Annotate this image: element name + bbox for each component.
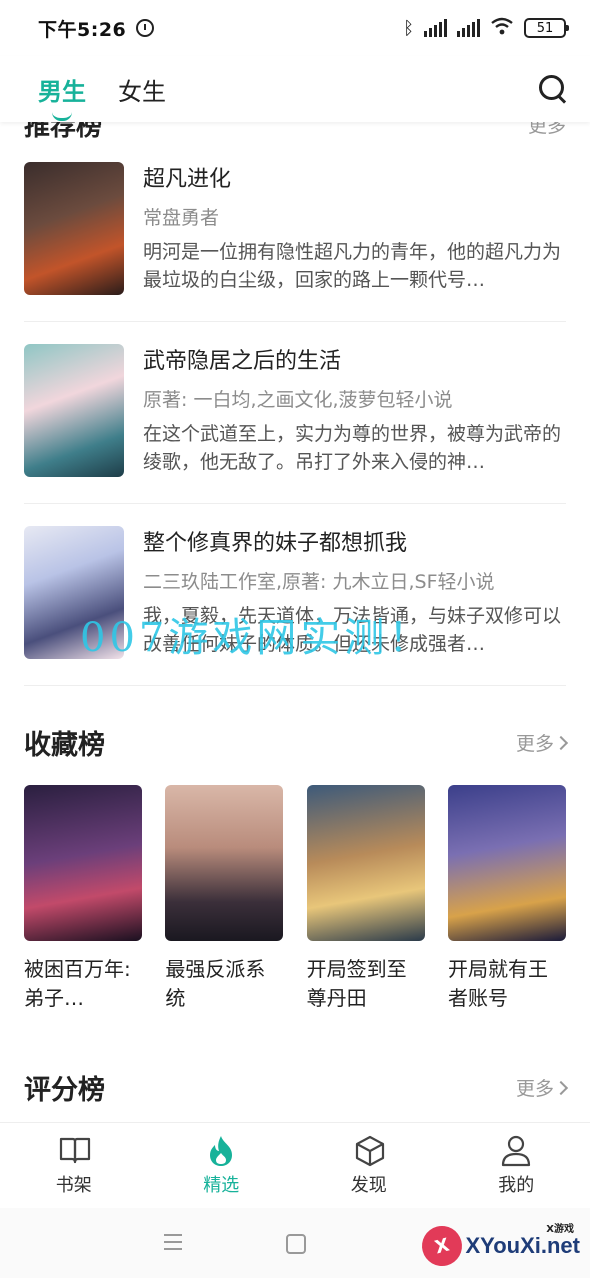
nav-discover[interactable]: 发现 [295,1123,443,1209]
book-author: 常盘勇者 [143,207,220,229]
nav-label: 发现 [350,1175,387,1196]
book-cover [306,785,425,941]
tab-label: 女生 [118,77,166,106]
nav-label: 精选 [203,1175,240,1196]
book-author: 二三玖陆工作室,原著: 九木立日,SF轻小说 [143,571,495,593]
book-description: 明河是一位拥有隐性超凡力的青年，他的超凡力为最垃圾的白尘级，回家的路上一颗代号… [143,241,562,291]
signal-icon [424,19,447,37]
nav-label: 我的 [498,1175,535,1196]
book-title: 最强反派系统 [165,957,266,1010]
more-label: 更多 [515,1077,554,1100]
more-link[interactable]: 更多 [515,729,569,756]
book-title: 开局就有王者账号 [447,957,548,1010]
menu-icon[interactable] [164,1234,182,1255]
collection-grid: 被困百万年: 弟子… 最强反派系统 开局签到至尊丹田 开局就有王者账号 [24,785,566,1013]
grid-item[interactable]: 被困百万年: 弟子… [24,785,142,1013]
book-title: 开局签到至尊丹田 [306,957,407,1010]
battery-icon: 51 [524,18,569,38]
bluetooth-icon: ᛒ [403,17,414,39]
tab-female[interactable]: 女生 [118,72,166,107]
book-title: 整个修真界的妹子都想抓我 [143,531,408,556]
nav-featured[interactable]: 精选 [148,1123,296,1209]
alarm-icon [136,19,155,37]
list-item[interactable]: 超凡进化 常盘勇者 明河是一位拥有隐性超凡力的青年，他的超凡力为最垃圾的白尘级，… [24,140,566,322]
home-icon[interactable] [286,1234,306,1254]
status-icons: ᛒ 51 [403,17,569,40]
more-link[interactable]: 更多 [515,1074,569,1101]
logo-text: XYouXi.net [465,1233,581,1258]
grid-item[interactable]: 开局签到至尊丹田 [306,785,425,1013]
nav-profile[interactable]: 我的 [443,1123,590,1209]
bottom-nav: 书架 精选 发现 我的 [0,1122,590,1209]
nav-label: 书架 [55,1175,92,1196]
section-title: 收藏榜 [24,729,105,761]
system-nav-bar: X游戏 X XYouXi.net [0,1208,590,1278]
status-time: 下午5:26 [38,18,127,41]
book-description: 在这个武道至上，实力为尊的世界，被尊为武帝的绫歌，他无敌了。吊打了外来入侵的神… [143,423,562,473]
book-author: 原著: 一白均,之画文化,菠萝包轻小说 [143,389,453,411]
search-icon[interactable] [538,74,568,104]
active-tab-indicator [52,112,72,121]
tab-male[interactable]: 男生 [38,72,86,121]
nav-bookshelf[interactable]: 书架 [0,1123,148,1209]
wifi-icon [490,17,514,40]
site-logo: X游戏 X XYouXi.net [417,1221,581,1271]
book-icon [59,1135,90,1165]
tab-label: 男生 [38,77,86,106]
grid-item[interactable]: 最强反派系统 [165,785,284,1013]
chevron-right-icon [553,1080,569,1095]
top-tab-bar: 男生 女生 [0,56,590,122]
cube-icon [354,1135,384,1167]
grid-item[interactable]: 开局就有王者账号 [447,785,566,1013]
more-label: 更多 [515,732,554,755]
rating-section-header: 评分榜 更多 [24,1067,569,1107]
book-cover [24,785,142,941]
book-cover [165,785,284,941]
logo-small-text: X游戏 [546,1224,574,1235]
chevron-right-icon [553,735,569,750]
watermark-text: 007游戏网实测！ [80,615,433,661]
book-title: 超凡进化 [143,167,232,192]
book-title: 武帝隐居之后的生活 [143,349,342,374]
user-icon [501,1135,531,1167]
signal-icon-2 [457,19,480,37]
flame-icon [206,1135,236,1166]
list-item[interactable]: 武帝隐居之后的生活 原著: 一白均,之画文化,菠萝包轻小说 在这个武道至上，实力… [24,322,566,504]
book-cover [24,162,124,295]
section-title: 评分榜 [24,1074,105,1106]
collection-section-header: 收藏榜 更多 [24,722,569,762]
book-title: 被困百万年: 弟子… [24,957,131,1010]
status-bar: 下午5:26 ᛒ 51 [0,0,590,56]
book-cover [447,785,566,941]
book-cover [24,344,124,477]
logo-mark: X [417,1221,466,1271]
